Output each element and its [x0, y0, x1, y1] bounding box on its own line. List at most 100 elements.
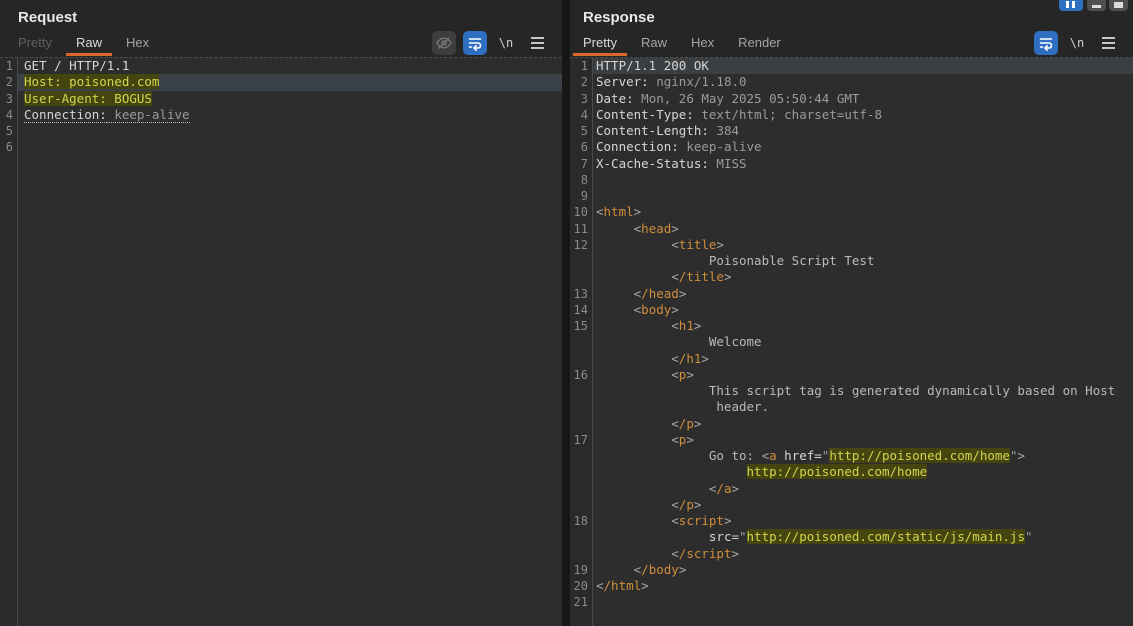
line-number: 13 [570, 286, 588, 302]
code-row[interactable]: <body> [593, 302, 1133, 318]
code-row[interactable]: </p> [593, 416, 1133, 432]
code-row[interactable]: Go to: <a href="http://poisoned.com/home… [593, 448, 1133, 464]
code-row[interactable]: src="http://poisoned.com/static/js/main.… [593, 529, 1133, 545]
code-row[interactable]: </a> [593, 481, 1133, 497]
request-tab-bar: PrettyRawHex [6, 30, 161, 57]
wrap-lines-icon[interactable] [1034, 31, 1058, 55]
code-row[interactable]: This script tag is generated dynamically… [593, 383, 1133, 399]
response-toolbar: \n [1034, 31, 1120, 55]
code-row[interactable]: </body> [593, 562, 1133, 578]
code-row[interactable]: </p> [593, 497, 1133, 513]
line-number: 7 [570, 156, 588, 172]
tab-raw[interactable]: Raw [629, 30, 679, 57]
code-row[interactable]: <title> [593, 237, 1133, 253]
code-row[interactable]: <h1> [593, 318, 1133, 334]
response-editor[interactable]: 123456789101112131415161718192021 HTTP/1… [570, 57, 1133, 626]
code-row[interactable]: <head> [593, 221, 1133, 237]
request-line-numbers: 123456 [0, 58, 18, 626]
code-row[interactable]: </title> [593, 269, 1133, 285]
code-row[interactable] [593, 594, 1133, 610]
line-number: 11 [570, 221, 588, 237]
code-row[interactable]: Welcome [593, 334, 1133, 350]
code-row[interactable]: User-Agent: BOGUS [18, 91, 562, 107]
line-number: 17 [570, 432, 588, 448]
line-number [570, 546, 588, 562]
panel-divider[interactable] [562, 0, 570, 626]
line-number: 2 [570, 74, 588, 90]
code-row[interactable]: header. [593, 399, 1133, 415]
request-toolbar: \n [432, 31, 549, 55]
code-row[interactable]: Host: poisoned.com [18, 74, 562, 90]
code-row[interactable]: HTTP/1.1 200 OK [593, 58, 1133, 74]
code-row[interactable]: X-Cache-Status: MISS [593, 156, 1133, 172]
code-row[interactable] [593, 188, 1133, 204]
newline-toggle-icon[interactable]: \n [494, 31, 518, 55]
code-row[interactable]: Content-Type: text/html; charset=utf-8 [593, 107, 1133, 123]
request-panel-title: Request [18, 9, 77, 26]
line-number [570, 481, 588, 497]
code-row[interactable] [18, 139, 562, 155]
line-number: 2 [0, 74, 13, 90]
code-row[interactable] [593, 172, 1133, 188]
line-number [570, 253, 588, 269]
line-number: 5 [570, 123, 588, 139]
tab-hex[interactable]: Hex [114, 30, 161, 57]
line-number: 14 [570, 302, 588, 318]
response-panel-title: Response [583, 9, 655, 26]
line-number: 9 [570, 188, 588, 204]
code-row[interactable]: Connection: keep-alive [593, 139, 1133, 155]
line-number: 4 [570, 107, 588, 123]
code-row[interactable]: <script> [593, 513, 1133, 529]
line-number: 1 [570, 58, 588, 74]
response-line-numbers: 123456789101112131415161718192021 [570, 58, 593, 626]
code-row[interactable]: Server: nginx/1.18.0 [593, 74, 1133, 90]
line-number: 3 [570, 91, 588, 107]
line-number: 12 [570, 237, 588, 253]
code-row[interactable]: </html> [593, 578, 1133, 594]
line-number: 10 [570, 204, 588, 220]
code-row[interactable] [18, 123, 562, 139]
tab-render[interactable]: Render [726, 30, 793, 57]
line-number: 4 [0, 107, 13, 123]
line-number: 18 [570, 513, 588, 529]
code-row[interactable]: Date: Mon, 26 May 2025 05:50:44 GMT [593, 91, 1133, 107]
line-number: 8 [570, 172, 588, 188]
line-number [570, 399, 588, 415]
wrap-lines-icon[interactable] [463, 31, 487, 55]
line-number: 1 [0, 58, 13, 74]
code-row[interactable]: http://poisoned.com/home [593, 464, 1133, 480]
code-row[interactable]: </script> [593, 546, 1133, 562]
line-number: 5 [0, 123, 13, 139]
line-number: 20 [570, 578, 588, 594]
line-number: 21 [570, 594, 588, 610]
tab-raw[interactable]: Raw [64, 30, 114, 57]
visibility-off-icon[interactable] [432, 31, 456, 55]
line-number: 6 [0, 139, 13, 155]
line-number [570, 269, 588, 285]
tab-pretty[interactable]: Pretty [571, 30, 629, 57]
tab-hex[interactable]: Hex [679, 30, 726, 57]
line-number: 3 [0, 91, 13, 107]
line-number [570, 351, 588, 367]
code-row[interactable]: Poisonable Script Test [593, 253, 1133, 269]
response-panel: Response PrettyRawHexRender \n 123456789… [570, 0, 1133, 626]
code-row[interactable]: Content-Length: 384 [593, 123, 1133, 139]
line-number: 19 [570, 562, 588, 578]
code-row[interactable]: Connection: keep-alive [18, 107, 562, 123]
code-row[interactable]: <html> [593, 204, 1133, 220]
code-row[interactable]: GET / HTTP/1.1 [18, 58, 562, 74]
line-number [570, 448, 588, 464]
code-row[interactable]: </h1> [593, 351, 1133, 367]
code-row[interactable]: <p> [593, 432, 1133, 448]
code-row[interactable]: <p> [593, 367, 1133, 383]
line-number: 16 [570, 367, 588, 383]
request-editor[interactable]: 123456 GET / HTTP/1.1Host: poisoned.comU… [0, 57, 562, 626]
menu-icon[interactable] [1096, 31, 1120, 55]
request-code[interactable]: GET / HTTP/1.1Host: poisoned.comUser-Age… [18, 58, 562, 626]
newline-toggle-icon[interactable]: \n [1065, 31, 1089, 55]
tab-pretty[interactable]: Pretty [6, 30, 64, 57]
code-row[interactable]: </head> [593, 286, 1133, 302]
response-code[interactable]: HTTP/1.1 200 OKServer: nginx/1.18.0Date:… [593, 58, 1133, 626]
menu-icon[interactable] [525, 31, 549, 55]
line-number [570, 497, 588, 513]
